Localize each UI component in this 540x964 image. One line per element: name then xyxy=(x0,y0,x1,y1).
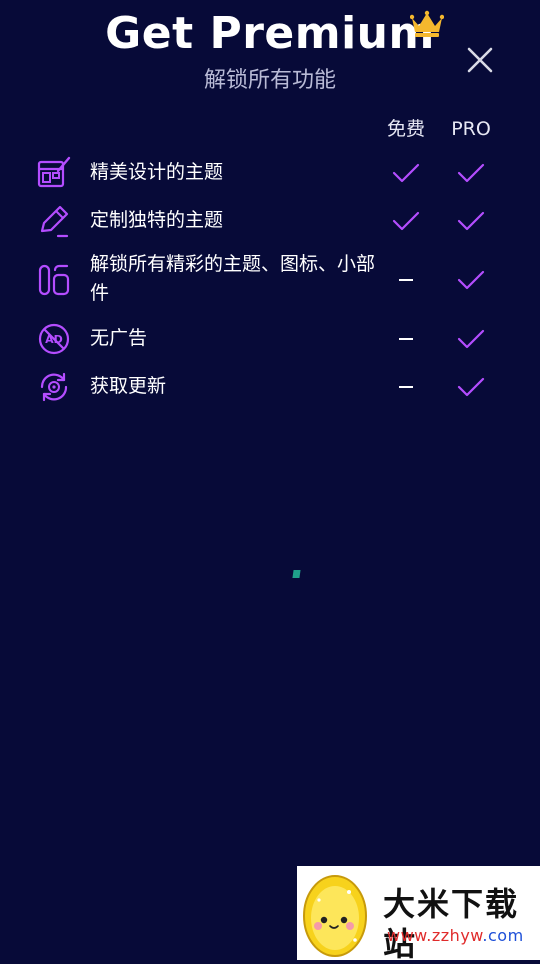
dash-icon xyxy=(399,338,413,340)
watermark-logo xyxy=(303,875,367,957)
feature-row-updates: 获取更新 xyxy=(0,369,540,405)
watermark: 大米下载站 www.zzhyw.com xyxy=(297,866,540,963)
feature-label: 无广告 xyxy=(90,327,148,349)
theme-design-icon xyxy=(37,156,71,188)
check-icon xyxy=(457,377,485,397)
check-icon xyxy=(392,211,420,231)
feature-row-custom-theme: 定制独特的主题 xyxy=(0,203,540,239)
update-icon xyxy=(40,372,68,402)
dash-icon xyxy=(399,386,413,388)
feature-row-no-ads: AD 无广告 xyxy=(0,321,540,357)
feature-row-unlock-all: 解锁所有精彩的主题、图标、小部件 xyxy=(0,250,540,310)
widget-icon xyxy=(38,264,70,296)
page-title: Get Premium xyxy=(105,8,435,59)
feature-label: 定制独特的主题 xyxy=(90,209,224,231)
feature-row-theme-design: 精美设计的主题 xyxy=(0,155,540,191)
crown-icon xyxy=(410,10,444,37)
check-icon xyxy=(457,211,485,231)
watermark-url-part1: www.zzhyw xyxy=(387,926,483,945)
check-icon xyxy=(457,270,485,290)
feature-label: 精美设计的主题 xyxy=(90,161,224,183)
check-icon xyxy=(392,163,420,183)
watermark-url-part2: .com xyxy=(482,926,524,945)
check-icon xyxy=(457,329,485,349)
check-icon xyxy=(457,163,485,183)
watermark-url: www.zzhyw.com xyxy=(387,926,524,946)
feature-label: 解锁所有精彩的主题、图标、小部件 xyxy=(90,253,376,304)
feature-label: 获取更新 xyxy=(90,375,167,397)
page-subtitle: 解锁所有功能 xyxy=(203,68,336,93)
column-header-pro: PRO xyxy=(451,118,491,140)
watermark-name: 大米下载站 xyxy=(383,885,520,963)
loading-indicator xyxy=(292,570,301,578)
column-header-free: 免费 xyxy=(386,118,425,140)
dash-icon xyxy=(399,279,413,281)
no-ads-icon: AD xyxy=(38,323,70,355)
pencil-icon xyxy=(40,205,69,238)
svg-text:AD: AD xyxy=(45,333,63,346)
close-icon[interactable] xyxy=(464,44,496,76)
